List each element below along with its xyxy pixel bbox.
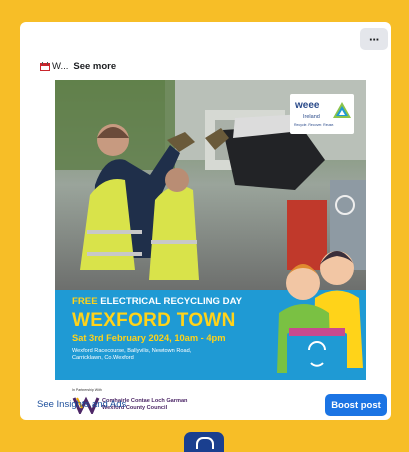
poster-headline: FREE ELECTRICAL RECYCLING DAY xyxy=(72,296,243,307)
see-more-link[interactable]: See more xyxy=(73,61,116,72)
post-options-button[interactable]: ··· xyxy=(360,28,388,50)
caption-text: W... xyxy=(52,61,69,72)
boost-post-button[interactable]: Boost post xyxy=(325,394,387,416)
weee-logo: weee Ireland Recycle. Recover. Reuse. xyxy=(290,94,354,134)
calendar-icon xyxy=(40,62,50,71)
post-image[interactable]: weee Ireland Recycle. Recover. Reuse. FR… xyxy=(55,80,366,420)
post-card: ··· W... See more weee Ireland Recycle. … xyxy=(20,22,391,420)
app-nav-icon[interactable] xyxy=(184,432,224,452)
poster-date: Sat 3rd February 2024, 10am - 4pm xyxy=(72,333,226,343)
post-caption: W... See more xyxy=(40,61,116,72)
poster-address: Wexford Racecourse, Ballyvilis, Newtown … xyxy=(72,348,192,362)
cartoon-people-illustration xyxy=(277,251,363,378)
see-insights-link[interactable]: See Insights and Ads xyxy=(37,399,126,410)
poster-town: WEXFORD TOWN xyxy=(72,310,236,331)
partner-intro: In Partnership With xyxy=(72,388,102,392)
triangle-logo-icon xyxy=(333,102,351,118)
